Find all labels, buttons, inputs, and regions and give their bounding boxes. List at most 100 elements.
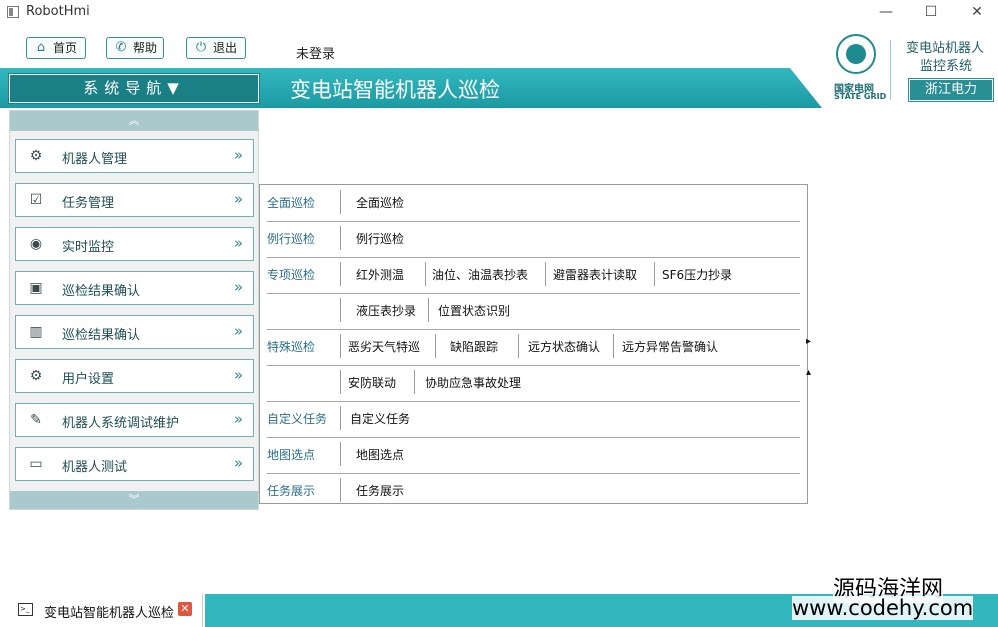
menu-category: 特殊巡检 — [267, 340, 316, 354]
menu-separator — [545, 262, 546, 286]
sidebar-item-label: 实时监控 — [62, 240, 115, 255]
home-button[interactable]: ⌂ 首页 — [26, 37, 86, 59]
menu-separator — [340, 442, 341, 466]
sidebar-item-result-confirm[interactable]: ▣ 巡检结果确认 » — [15, 271, 254, 305]
title-bar: RobotHmi — ☐ ✕ — [0, 0, 998, 27]
sidebar-item-label: 用户设置 — [62, 372, 115, 387]
double-chevron-icon: » — [233, 322, 243, 340]
menu-row: 任务展示 任务展示 — [267, 473, 800, 509]
menu-separator — [340, 478, 341, 502]
menu-separator — [613, 334, 614, 358]
system-name-line1: 变电站机器人 — [906, 41, 985, 56]
sidebar-item-label: 任务管理 — [62, 196, 115, 211]
menu-option[interactable]: 例行巡检 — [356, 230, 404, 247]
window-title: RobotHmi — [26, 4, 90, 19]
menu-separator — [340, 334, 341, 358]
province-badge: 浙江电力 — [908, 78, 994, 102]
menu-option[interactable]: 远方异常告警确认 — [622, 338, 718, 355]
logout-button[interactable]: ⏻ 退出 — [186, 37, 246, 59]
double-chevron-icon: » — [233, 410, 243, 428]
maximize-button[interactable]: ☐ — [911, 0, 951, 26]
menu-separator — [654, 262, 655, 286]
menu-row: 自定义任务 自定义任务 — [267, 401, 800, 438]
chevron-up-icon: ︽ — [128, 114, 140, 127]
menu-row: 特殊巡检 恶劣天气特巡 缺陷跟踪 远方状态确认 远方异常告警确认 — [267, 329, 800, 366]
help-button[interactable]: ✆ 帮助 — [106, 37, 164, 59]
sidebar-item-realtime-monitor[interactable]: ◉ 实时监控 » — [15, 227, 254, 261]
menu-option[interactable]: 地图选点 — [356, 446, 404, 463]
sidebar: ︽ ⚙ 机器人管理 » ☑ 任务管理 » ◉ 实时监控 » ▣ 巡检结果确认 »… — [9, 110, 259, 510]
phone-icon: ✆ — [115, 40, 127, 55]
sidebar-item-result-confirm-2[interactable]: ▥ 巡检结果确认 » — [15, 315, 254, 349]
menu-category: 任务展示 — [267, 484, 316, 498]
menu-separator — [340, 262, 341, 286]
sidebar-item-robot-management[interactable]: ⚙ 机器人管理 » — [15, 139, 254, 173]
menu-option[interactable]: 缺陷跟踪 — [450, 338, 498, 355]
menu-separator — [414, 370, 415, 394]
close-button[interactable]: ✕ — [957, 0, 997, 26]
camera-icon: ◉ — [29, 236, 43, 252]
menu-option[interactable]: 安防联动 — [348, 374, 396, 391]
scroll-down-button[interactable]: ︾ — [10, 491, 258, 509]
sidebar-item-label: 机器人系统调试维护 — [62, 416, 180, 431]
menu-row: 液压表抄录 位置状态识别 — [267, 293, 800, 330]
menu-separator — [340, 370, 341, 394]
menu-option[interactable]: 位置状态识别 — [438, 302, 510, 319]
close-tab-icon[interactable]: ✕ — [178, 602, 192, 616]
menu-option[interactable]: 避雷器表计读取 — [553, 266, 637, 283]
chart-icon: ▥ — [29, 324, 43, 340]
menu-category: 例行巡检 — [267, 232, 316, 246]
sidebar-item-task-management[interactable]: ☑ 任务管理 » — [15, 183, 254, 217]
terminal-icon: ▭ — [29, 456, 43, 472]
menu-option[interactable]: 油位、油温表抄表 — [432, 266, 528, 283]
globe-icon — [836, 34, 876, 74]
menu-separator — [340, 226, 341, 250]
gear-icon: ⚙ — [29, 368, 43, 384]
menu-option[interactable]: 任务展示 — [356, 482, 404, 499]
pointer-mark-icon: ▸ — [806, 336, 812, 347]
sidebar-item-label: 巡检结果确认 — [62, 328, 141, 343]
app-icon — [7, 6, 19, 18]
menu-option[interactable]: 远方状态确认 — [528, 338, 600, 355]
menu-separator — [518, 334, 519, 358]
power-icon: ⏻ — [195, 40, 207, 55]
double-chevron-icon: » — [233, 278, 243, 296]
double-chevron-icon: » — [233, 234, 243, 252]
menu-category: 全面巡检 — [267, 196, 316, 210]
logo-divider — [890, 40, 891, 100]
sidebar-item-label: 巡检结果确认 — [62, 284, 141, 299]
help-label: 帮助 — [133, 41, 158, 55]
sidebar-item-user-settings[interactable]: ⚙ 用户设置 » — [15, 359, 254, 393]
menu-row: 安防联动 协助应急事故处理 — [267, 365, 800, 402]
menu-option[interactable]: 液压表抄录 — [356, 302, 416, 319]
menu-row: 地图选点 地图选点 — [267, 437, 800, 474]
home-label: 首页 — [53, 41, 78, 55]
tab-robot-inspection[interactable]: >_ 变电站智能机器人巡检 ✕ — [0, 594, 203, 627]
sidebar-item-debug-maintenance[interactable]: ✎ 机器人系统调试维护 » — [15, 403, 254, 437]
sidebar-item-robot-test[interactable]: ▭ 机器人测试 » — [15, 447, 254, 481]
nav-title: 系统导航 — [83, 79, 168, 97]
menu-option[interactable]: 恶劣天气特巡 — [348, 338, 420, 355]
menu-option[interactable]: SF6压力抄录 — [662, 266, 732, 283]
scroll-up-button[interactable]: ︽ — [10, 111, 258, 131]
system-name-line2: 监控系统 — [920, 59, 973, 74]
system-nav-dropdown[interactable]: 系统导航▼ — [8, 73, 260, 104]
menu-option[interactable]: 自定义任务 — [350, 410, 410, 427]
menu-option[interactable]: 全面巡检 — [356, 194, 404, 211]
minimize-button[interactable]: — — [866, 0, 906, 26]
menu-option[interactable]: 红外测温 — [356, 266, 404, 283]
menu-separator — [425, 262, 426, 286]
menu-row: 专项巡检 红外测温 油位、油温表抄表 避雷器表计读取 SF6压力抄录 — [267, 257, 800, 294]
task-icon: ☑ — [29, 192, 43, 208]
pointer-mark-icon: ▴ — [806, 367, 812, 378]
double-chevron-icon: » — [233, 454, 243, 472]
robot-icon: ⚙ — [29, 148, 43, 164]
menu-option[interactable]: 协助应急事故处理 — [425, 374, 521, 391]
menu-separator — [428, 298, 429, 322]
sidebar-item-label: 机器人测试 — [62, 460, 128, 475]
home-icon: ⌂ — [36, 40, 46, 55]
watermark-line2: www.codehy.com — [792, 596, 974, 620]
menu-row: 例行巡检 例行巡检 — [267, 221, 800, 258]
dropdown-icon: ▼ — [167, 79, 185, 97]
wrench-icon: ✎ — [30, 412, 42, 428]
